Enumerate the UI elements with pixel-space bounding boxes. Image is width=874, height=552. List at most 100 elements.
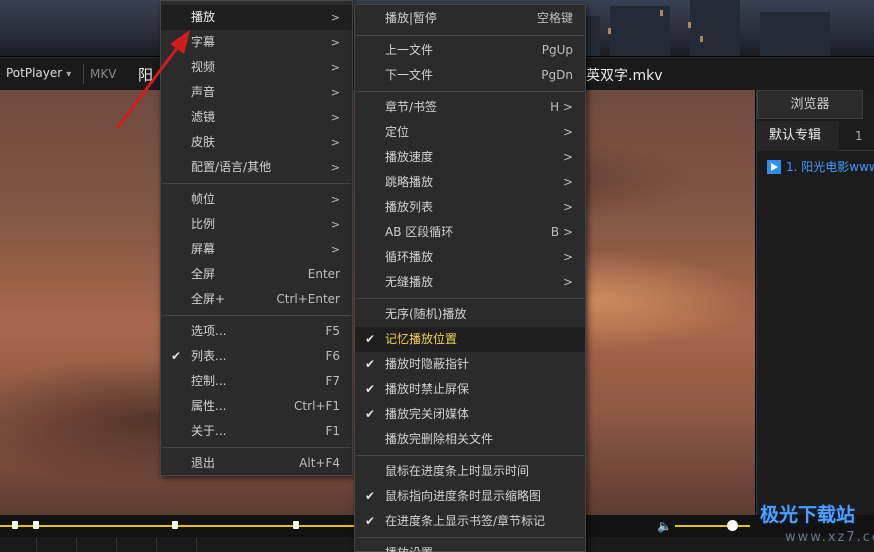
chapter-marker[interactable] — [293, 521, 299, 529]
potplayer-menu-button[interactable]: PotPlayer ▾ — [6, 66, 71, 80]
watermark-url: www.xz7.com — [785, 530, 874, 545]
menu-item-audio[interactable]: 声音 > — [161, 80, 352, 105]
menu-item-frame[interactable]: 帧位 > — [161, 187, 352, 212]
menu-item-list[interactable]: ✔ 列表... F6 — [161, 344, 352, 369]
menu-separator — [162, 315, 351, 316]
menu-item-screen[interactable]: 屏幕 > — [161, 237, 352, 262]
shortcut-label: F5 — [325, 324, 340, 338]
menu-item-label: 皮肤 — [191, 135, 216, 149]
menu-item-label: 视频 — [191, 60, 216, 74]
submenu-arrow-icon: > — [330, 193, 340, 206]
menu-item-label: 滤镜 — [191, 110, 216, 124]
menu-item-label: 全屏+ — [191, 292, 226, 306]
submenu-item-chapters[interactable]: 章节/书签 H > — [355, 95, 585, 120]
playlist-item[interactable]: 1. 阳光电影www — [767, 158, 874, 175]
submenu-arrow-icon: > — [330, 86, 340, 99]
submenu-item-skip[interactable]: 跳略播放 > — [355, 170, 585, 195]
submenu-item-shuffle[interactable]: 无序(随机)播放 — [355, 302, 585, 327]
menu-item-config[interactable]: 配置/语言/其他 > — [161, 155, 352, 180]
volume-icon[interactable]: 🔈 — [657, 519, 672, 533]
menu-item-label: 比例 — [191, 217, 216, 231]
tab-default-album[interactable]: 默认专辑 — [757, 121, 839, 151]
shortcut-label: Ctrl+Enter — [276, 292, 340, 306]
submenu-arrow-icon: > — [330, 61, 340, 74]
submenu-arrow-icon: > — [330, 218, 340, 231]
menu-item-label: 无序(随机)播放 — [385, 307, 467, 321]
shortcut-label: PgDn — [541, 68, 573, 82]
submenu-arrow-icon: > — [562, 275, 573, 289]
menu-item-label: 播放时隐蔽指针 — [385, 357, 470, 371]
menu-item-label: 播放完关闭媒体 — [385, 407, 470, 421]
menu-item-label: 章节/书签 — [385, 100, 438, 114]
submenu-item-loop[interactable]: 循环播放 > — [355, 245, 585, 270]
submenu-item-delete-after[interactable]: 播放完删除相关文件 — [355, 427, 585, 452]
menu-item-label: 循环播放 — [385, 250, 434, 264]
submenu-item-ab-loop[interactable]: AB 区段循环 B > — [355, 220, 585, 245]
menu-separator — [356, 91, 584, 92]
chapter-marker[interactable] — [12, 521, 18, 529]
playlist-panel: 浏览器 默认专辑 1 1. 阳光电影www — [756, 90, 874, 515]
menu-item-filters[interactable]: 滤镜 > — [161, 105, 352, 130]
submenu-item-seamless[interactable]: 无缝播放 > — [355, 270, 585, 295]
menu-item-ratio[interactable]: 比例 > — [161, 212, 352, 237]
file-title-end: 英双字.mkv — [586, 68, 663, 84]
shortcut-label: B > — [550, 225, 573, 239]
submenu-item-bookmark-marks[interactable]: ✔ 在进度条上显示书签/章节标记 — [355, 509, 585, 534]
volume-slider[interactable] — [675, 525, 750, 527]
menu-separator — [162, 183, 351, 184]
tab-playlist-1[interactable]: 1 — [855, 121, 863, 151]
submenu-arrow-icon: > — [330, 11, 340, 24]
submenu-item-seek[interactable]: 定位 > — [355, 120, 585, 145]
submenu-item-prev-file[interactable]: 上一文件 PgUp — [355, 38, 585, 63]
menu-item-about[interactable]: 关于... F1 — [161, 419, 352, 444]
submenu-item-next-file[interactable]: 下一文件 PgDn — [355, 63, 585, 88]
menu-item-exit[interactable]: 退出 Alt+F4 — [161, 451, 352, 476]
file-title-start: 阳 — [138, 66, 154, 84]
checkmark-icon: ✔ — [171, 349, 182, 363]
submenu-item-no-screensaver[interactable]: ✔ 播放时禁止屏保 — [355, 377, 585, 402]
menu-item-label: 跳略播放 — [385, 175, 434, 189]
menu-item-label: 播放速度 — [385, 150, 434, 164]
submenu-item-show-time[interactable]: 鼠标在进度条上时显示时间 — [355, 459, 585, 484]
menu-item-video[interactable]: 视频 > — [161, 55, 352, 80]
shortcut-label: F6 — [325, 349, 340, 363]
menu-item-control[interactable]: 控制... F7 — [161, 369, 352, 394]
menu-item-properties[interactable]: 属性... Ctrl+F1 — [161, 394, 352, 419]
submenu-item-play-pause[interactable]: 播放|暂停 空格键 — [355, 6, 585, 31]
submenu-item-close-after[interactable]: ✔ 播放完关闭媒体 — [355, 402, 585, 427]
shortcut-label: 空格键 — [536, 11, 573, 25]
shortcut-label: Enter — [307, 267, 340, 281]
submenu-item-playlist[interactable]: 播放列表 > — [355, 195, 585, 220]
submenu-arrow-icon: > — [330, 161, 340, 174]
submenu-item-play-settings[interactable]: 播放设置 — [355, 541, 585, 552]
context-menu: 播放 > 字幕 > 视频 > 声音 > 滤镜 > 皮肤 > 配置/语言/其他 >… — [160, 0, 353, 476]
submenu-item-remember-position[interactable]: ✔ 记忆播放位置 — [355, 327, 585, 352]
menu-item-label: 关于... — [191, 424, 227, 438]
submenu-item-hide-cursor[interactable]: ✔ 播放时隐蔽指针 — [355, 352, 585, 377]
chevron-down-icon: ▾ — [66, 69, 72, 80]
menu-separator — [356, 298, 584, 299]
menu-item-label: 列表... — [191, 349, 227, 363]
playlist-item-label: 1. 阳光电影www — [786, 160, 874, 174]
menu-item-play[interactable]: 播放 > — [161, 5, 352, 30]
submenu-arrow-icon: > — [330, 111, 340, 124]
menu-item-subtitles[interactable]: 字幕 > — [161, 30, 352, 55]
submenu-item-speed[interactable]: 播放速度 > — [355, 145, 585, 170]
checkmark-icon: ✔ — [365, 357, 376, 371]
menu-separator — [356, 35, 584, 36]
menu-item-label: 声音 — [191, 85, 216, 99]
shortcut-label: F7 — [325, 374, 340, 388]
menu-separator — [356, 455, 584, 456]
submenu-arrow-icon: > — [330, 136, 340, 149]
submenu-item-thumbnail[interactable]: ✔ 鼠标指向进度条时显示缩略图 — [355, 484, 585, 509]
chapter-marker[interactable] — [172, 521, 178, 529]
menu-item-options[interactable]: 选项... F5 — [161, 319, 352, 344]
volume-knob[interactable] — [727, 520, 738, 531]
chapter-marker[interactable] — [33, 521, 39, 529]
menu-item-label: 字幕 — [191, 35, 216, 49]
shortcut-label: PgUp — [541, 43, 573, 57]
menu-item-fullscreen-plus[interactable]: 全屏+ Ctrl+Enter — [161, 287, 352, 312]
tab-browser[interactable]: 浏览器 — [757, 90, 863, 119]
menu-item-skins[interactable]: 皮肤 > — [161, 130, 352, 155]
menu-item-fullscreen[interactable]: 全屏 Enter — [161, 262, 352, 287]
